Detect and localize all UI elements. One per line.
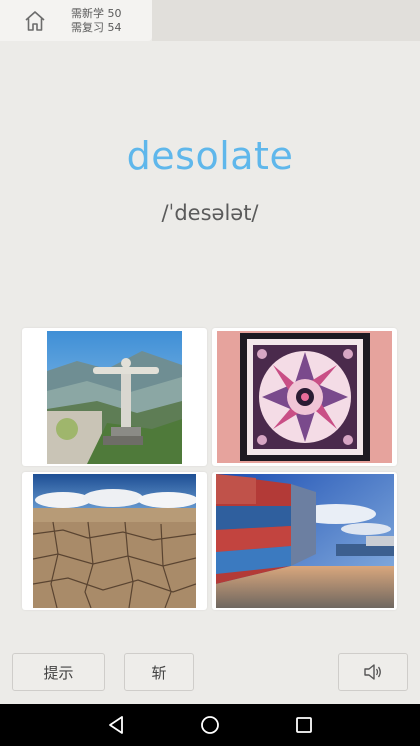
recents-square-icon	[296, 717, 312, 733]
back-button[interactable]	[107, 715, 127, 735]
christ-the-redeemer-image	[47, 330, 182, 464]
home-nav-button[interactable]	[200, 715, 220, 735]
image-choice-3[interactable]	[22, 472, 207, 610]
image-choice-4[interactable]	[212, 472, 397, 610]
new-count: 需新学 50	[71, 7, 122, 20]
study-counts: 需新学 50 需复习 54	[71, 7, 122, 35]
hint-button-label: 提示	[43, 663, 74, 682]
sound-button[interactable]	[338, 653, 408, 691]
image-choice-2[interactable]	[212, 328, 397, 466]
home-circle-icon	[201, 716, 219, 734]
progress-tab: 需新学 50 需复习 54	[0, 0, 152, 41]
top-strip	[152, 0, 420, 41]
recents-button[interactable]	[294, 715, 314, 735]
ornate-scarf-pattern-image	[217, 331, 392, 463]
phonetic-text: /ˈdesələt/	[161, 201, 259, 225]
hint-button[interactable]: 提示	[12, 653, 105, 691]
speaker-icon	[364, 664, 381, 680]
home-icon	[25, 11, 45, 31]
back-triangle-icon	[109, 716, 123, 734]
skip-button[interactable]: 斩	[124, 653, 194, 691]
shipping-containers-image	[215, 474, 394, 608]
cracked-dry-land-image	[33, 474, 196, 608]
home-button[interactable]	[22, 8, 48, 34]
review-count: 需复习 54	[71, 21, 122, 34]
word-text: desolate	[126, 134, 294, 178]
skip-button-label: 斩	[151, 663, 167, 682]
system-nav-bar	[0, 704, 420, 746]
image-choice-1[interactable]	[22, 328, 207, 466]
